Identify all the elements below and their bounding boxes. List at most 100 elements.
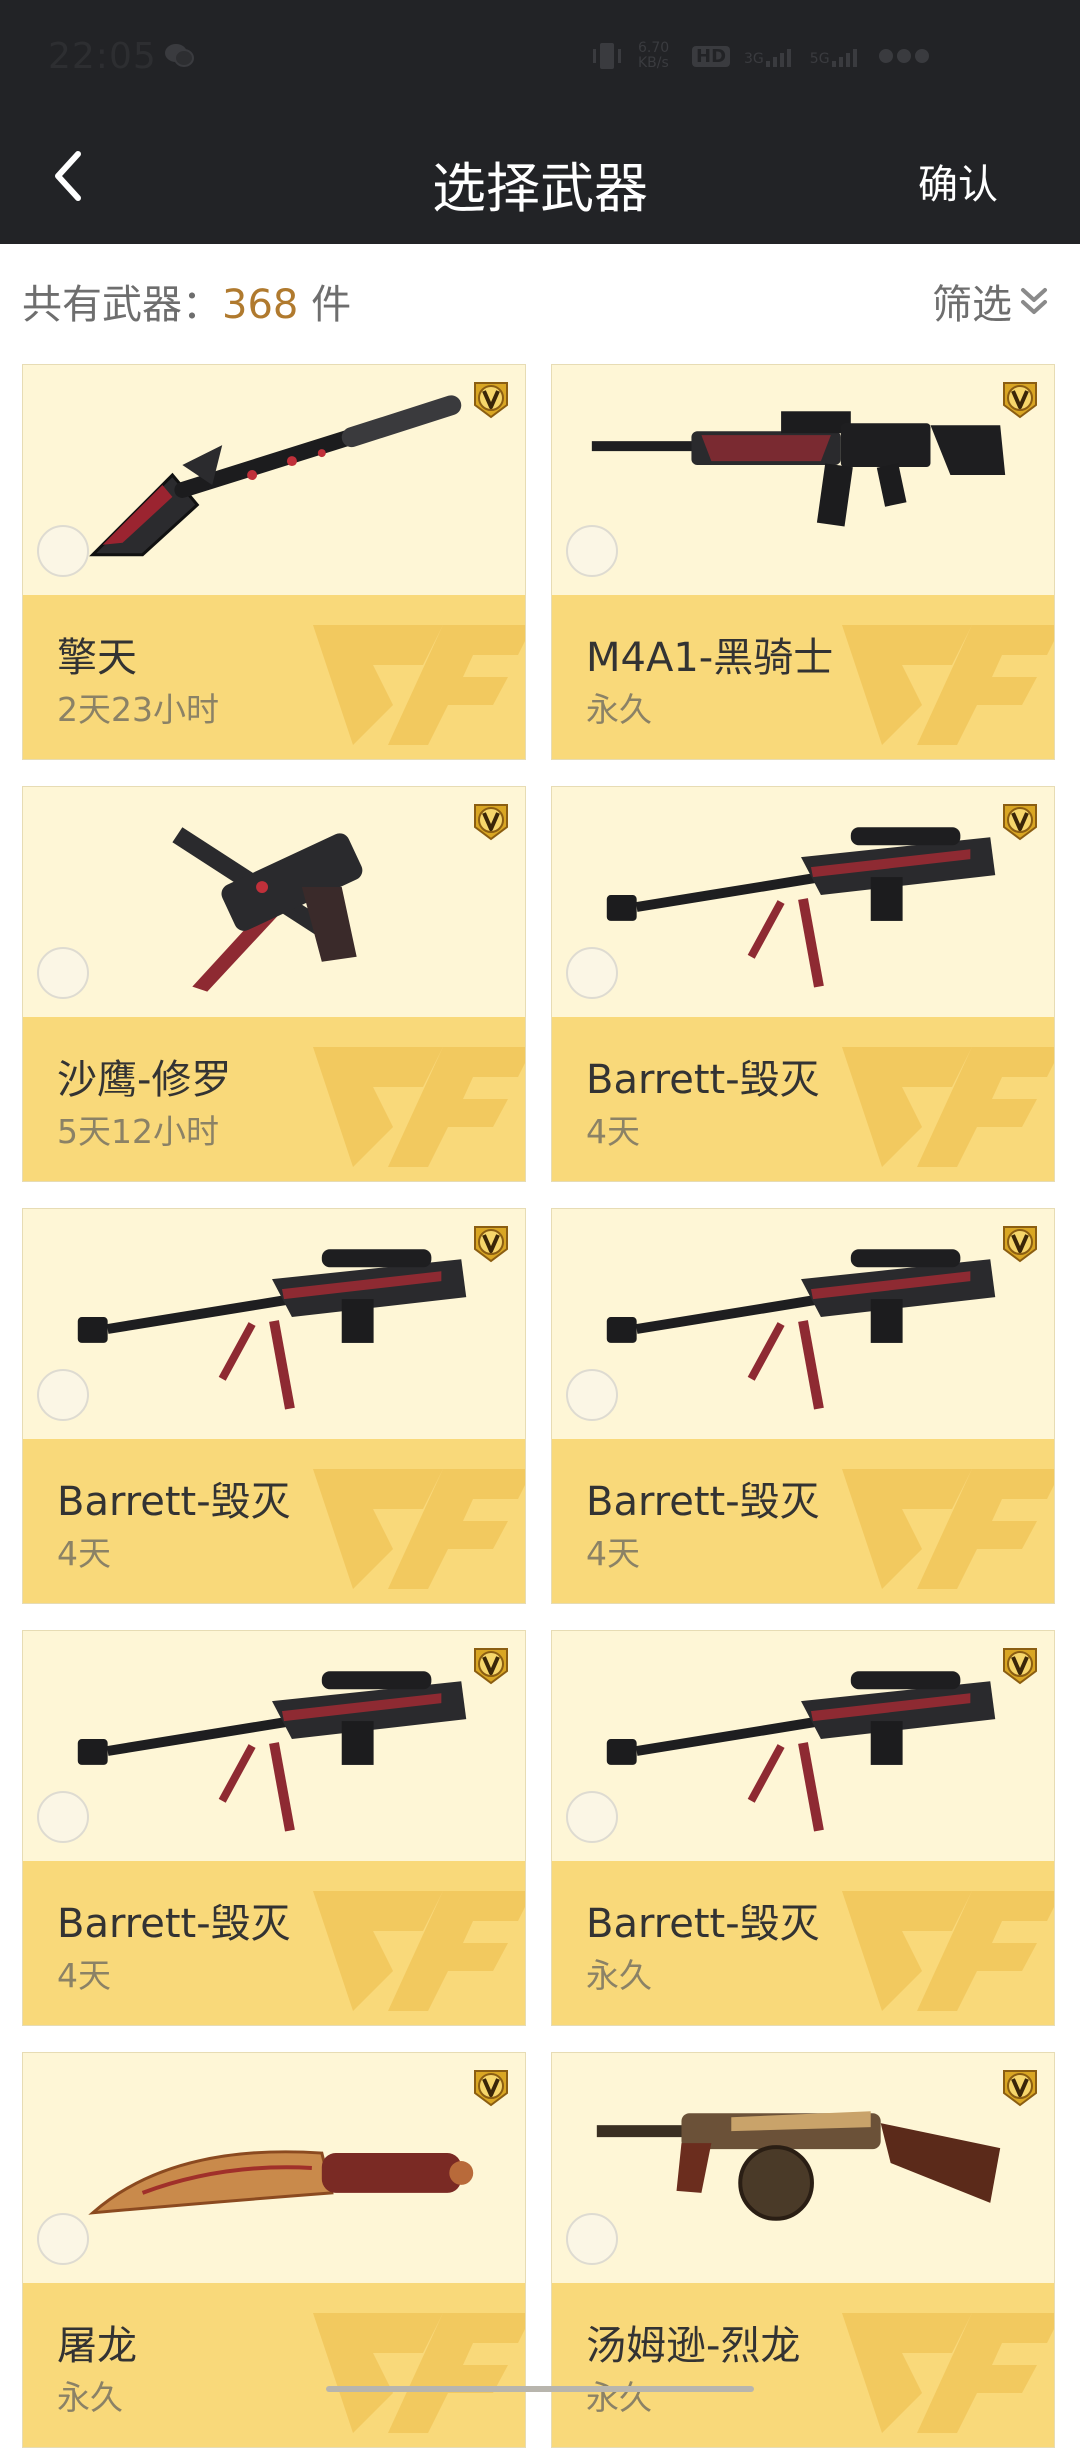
vip-badge-icon xyxy=(474,2070,508,2107)
weapon-image xyxy=(606,1249,996,1410)
weapon-info: Barrett-毁灭 4天 xyxy=(552,1017,1054,1181)
weapon-info: 沙鹰-修罗 5天12小时 xyxy=(23,1017,525,1181)
weapon-info: Barrett-毁灭 4天 xyxy=(23,1861,525,2025)
signal-bars-icon xyxy=(831,49,857,67)
weapon-card[interactable]: Barrett-毁灭 4天 xyxy=(551,786,1055,1182)
nav-bar: 选择武器 确认 xyxy=(0,108,1080,244)
status-icons: 6.70 KB/s HD 3G 5G xyxy=(590,40,936,72)
signal-bars-icon xyxy=(765,49,791,67)
weapon-duration: 永久 xyxy=(586,1956,652,1995)
weapon-name: Barrett-毁灭 xyxy=(586,1057,820,1103)
weapon-name: Barrett-毁灭 xyxy=(57,1901,291,1947)
weapon-card[interactable]: Barrett-毁灭 4天 xyxy=(22,1208,526,1604)
weapon-info: 屠龙 永久 xyxy=(23,2283,525,2447)
vip-badge-icon xyxy=(474,1648,508,1685)
weapon-duration: 4天 xyxy=(586,1534,640,1573)
weapon-info: 汤姆逊-烈龙 永久 xyxy=(552,2283,1054,2447)
weapon-image xyxy=(596,2111,1001,2221)
net-speed: 6.70 KB/s xyxy=(638,40,670,71)
filter-label: 筛选 xyxy=(932,282,1012,328)
weapon-image-area xyxy=(23,787,525,1017)
weapon-card[interactable]: Barrett-毁灭 4天 xyxy=(551,1208,1055,1604)
double-chevron-down-icon xyxy=(1021,288,1047,314)
weapon-duration: 永久 xyxy=(586,2378,652,2417)
vip-badge-icon xyxy=(474,382,508,419)
weapon-image-area xyxy=(552,2053,1054,2283)
weapon-info: Barrett-毁灭 4天 xyxy=(23,1439,525,1603)
weapon-card[interactable]: 沙鹰-修罗 5天12小时 xyxy=(22,786,526,1182)
cf-logo-icon xyxy=(842,625,1054,745)
weapon-name: 沙鹰-修罗 xyxy=(57,1057,232,1103)
weapon-card[interactable]: M4A1-黑骑士 永久 xyxy=(551,364,1055,760)
weapon-image-area xyxy=(552,1209,1054,1439)
weapon-image-area xyxy=(552,1631,1054,1861)
weapon-duration: 4天 xyxy=(586,1112,640,1151)
filter-button[interactable]: 筛选 xyxy=(932,272,1050,330)
cf-logo-icon xyxy=(842,1047,1054,1167)
confirm-button[interactable]: 确认 xyxy=(918,152,998,210)
weapon-image-area xyxy=(23,2053,525,2283)
select-radio[interactable] xyxy=(566,1369,618,1421)
select-radio[interactable] xyxy=(37,525,89,577)
weapon-name: 屠龙 xyxy=(57,2323,137,2369)
select-radio[interactable] xyxy=(566,2213,618,2265)
weapon-image-area xyxy=(23,1209,525,1439)
select-radio[interactable] xyxy=(566,525,618,577)
vip-badge-icon xyxy=(1003,1226,1037,1263)
signal-3g-label: 3G xyxy=(744,51,764,67)
weapon-info: Barrett-毁灭 4天 xyxy=(552,1439,1054,1603)
weapon-duration: 永久 xyxy=(586,690,652,729)
cf-logo-icon xyxy=(313,1891,525,2011)
select-radio[interactable] xyxy=(566,947,618,999)
weapon-image-area xyxy=(552,787,1054,1017)
weapon-name: 汤姆逊-烈龙 xyxy=(586,2323,801,2369)
cf-logo-icon xyxy=(842,1469,1054,1589)
signal-3g-icon: 3G xyxy=(744,45,796,67)
weapon-info: M4A1-黑骑士 永久 xyxy=(552,595,1054,759)
weapon-card[interactable]: Barrett-毁灭 4天 xyxy=(22,1630,526,2026)
vip-badge-icon xyxy=(1003,1648,1037,1685)
weapon-image xyxy=(172,827,363,992)
weapon-name: Barrett-毁灭 xyxy=(57,1479,291,1525)
weapon-image xyxy=(77,1671,467,1832)
weapon-count-summary: 共有武器：368 件 xyxy=(22,272,351,330)
weapon-image xyxy=(606,1671,996,1832)
weapon-image xyxy=(591,411,1006,527)
weapon-image-area xyxy=(23,1631,525,1861)
select-radio[interactable] xyxy=(37,1791,89,1843)
weapon-duration: 4天 xyxy=(57,1956,111,1995)
vip-badge-icon xyxy=(474,1226,508,1263)
weapon-duration: 5天12小时 xyxy=(57,1112,219,1151)
weapon-name: Barrett-毁灭 xyxy=(586,1901,820,1947)
cf-logo-icon xyxy=(842,1891,1054,2011)
weapon-count: 368 xyxy=(222,282,299,328)
cf-logo-icon xyxy=(313,2313,525,2433)
summary-unit: 件 xyxy=(311,282,352,328)
weapon-image xyxy=(89,395,462,557)
hd-icon: HD xyxy=(692,45,731,67)
weapon-card[interactable]: Barrett-毁灭 永久 xyxy=(551,1630,1055,2026)
select-radio[interactable] xyxy=(37,1369,89,1421)
vibrate-icon xyxy=(593,43,621,69)
vip-badge-icon xyxy=(1003,382,1037,419)
cf-logo-icon xyxy=(313,625,525,745)
weapon-name: 擎天 xyxy=(57,635,137,681)
signal-5g-icon: 5G xyxy=(810,45,862,67)
cf-logo-icon xyxy=(313,1469,525,1589)
summary-prefix: 共有武器： xyxy=(22,282,222,328)
status-time: 22:05 xyxy=(48,36,157,77)
status-bar: 22:05 6.70 KB/s HD 3G 5G xyxy=(0,0,1080,108)
weapon-duration: 4天 xyxy=(57,1534,111,1573)
select-radio[interactable] xyxy=(37,2213,89,2265)
weapon-card[interactable]: 擎天 2天23小时 xyxy=(22,364,526,760)
vip-badge-icon xyxy=(1003,804,1037,841)
weapon-image-area xyxy=(23,365,525,595)
select-radio[interactable] xyxy=(566,1791,618,1843)
signal-5g-label: 5G xyxy=(809,51,830,67)
weapon-info: 擎天 2天23小时 xyxy=(23,595,525,759)
weapon-info: Barrett-毁灭 永久 xyxy=(552,1861,1054,2025)
weapon-duration: 2天23小时 xyxy=(57,690,219,729)
weapon-image xyxy=(77,1249,467,1410)
weapon-name: M4A1-黑骑士 xyxy=(586,635,834,681)
select-radio[interactable] xyxy=(37,947,89,999)
